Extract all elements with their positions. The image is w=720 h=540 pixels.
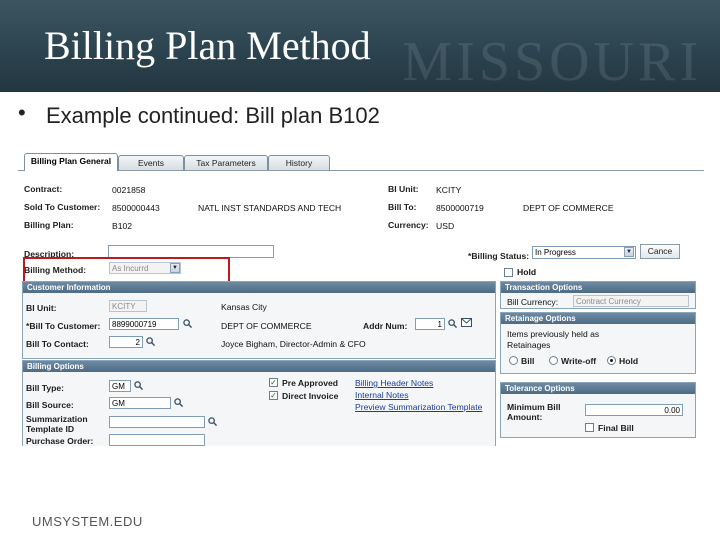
hold-label: Hold xyxy=(517,267,537,277)
purchase-order-label: Purchase Order: xyxy=(26,436,94,446)
transaction-options-header: Transaction Options xyxy=(501,282,695,293)
retainage-options-header: Retainage Options xyxy=(501,313,695,324)
tab-bar: Billing Plan General Events Tax Paramete… xyxy=(18,150,704,171)
search-icon[interactable] xyxy=(448,319,457,328)
pre-approved-label: Pre Approved xyxy=(282,378,339,388)
bill-source-input[interactable]: GM xyxy=(109,397,171,409)
search-icon[interactable] xyxy=(146,337,155,346)
addr-num-label: Addr Num: xyxy=(363,321,408,331)
addr-num-input[interactable]: 1 xyxy=(415,318,445,330)
radio-hold-label: Hold xyxy=(619,356,639,366)
tab-history[interactable]: History xyxy=(268,155,330,170)
search-icon[interactable] xyxy=(134,381,143,390)
bill-to-customer-input[interactable]: 8899000719 xyxy=(109,318,179,330)
tab-billing-plan-general[interactable]: Billing Plan General xyxy=(24,153,118,171)
final-bill-label: Final Bill xyxy=(598,423,634,433)
summarization-label: Summarization xyxy=(26,414,88,424)
slide-title: Billing Plan Method xyxy=(44,23,371,68)
bill-type-input[interactable]: GM xyxy=(109,380,131,392)
radio-bill[interactable] xyxy=(509,356,518,365)
retainage-items-label: Items previously held as xyxy=(507,329,600,339)
billing-options-header: Billing Options xyxy=(23,361,495,372)
bill-to-name: DEPT OF COMMERCE xyxy=(523,203,614,213)
bi-unit-value: KCITY xyxy=(436,185,462,195)
billing-options-panel: Billing Options Bill Type: GM Bill Sourc… xyxy=(22,360,496,446)
direct-invoice-checkbox[interactable]: ✓ xyxy=(269,391,278,400)
purchase-order-input[interactable] xyxy=(109,434,205,446)
bullet-text: Example continued: Bill plan B102 xyxy=(46,103,380,128)
address-detail-icon[interactable] xyxy=(461,318,472,327)
bill-to-value: 8500000719 xyxy=(436,203,484,213)
bill-currency-select[interactable]: Contract Currency xyxy=(573,295,689,307)
sold-to-name: NATL INST STANDARDS AND TECH xyxy=(198,203,342,213)
tab-tax-parameters[interactable]: Tax Parameters xyxy=(184,155,268,170)
contract-value: 0021858 xyxy=(112,185,146,195)
currency-label: Currency: xyxy=(388,220,429,230)
currency-value: USD xyxy=(436,221,455,231)
footer-text: UMSYSTEM.EDU xyxy=(32,514,143,529)
billing-header-notes-link[interactable]: Billing Header Notes xyxy=(355,378,433,388)
radio-bill-label: Bill xyxy=(521,356,535,366)
bill-to-contact-input[interactable]: 2 xyxy=(109,336,143,348)
chevron-down-icon[interactable]: ▼ xyxy=(624,247,634,257)
billing-status-label: *Billing Status: xyxy=(468,251,530,261)
radio-write-off-label: Write-off xyxy=(561,356,597,366)
customer-bi-unit-input[interactable]: KCITY xyxy=(109,300,147,312)
billing-plan-label: Billing Plan: xyxy=(24,220,74,230)
tolerance-options-header: Tolerance Options xyxy=(501,383,695,394)
bill-type-label: Bill Type: xyxy=(26,383,65,393)
minimum-bill-input[interactable]: 0.00 xyxy=(585,404,683,416)
hold-checkbox[interactable] xyxy=(504,268,513,277)
peoplesoft-screenshot: Billing Plan General Events Tax Paramete… xyxy=(18,150,704,446)
bill-to-label: Bill To: xyxy=(388,202,417,212)
missouri-watermark: MISSOURI xyxy=(402,31,702,92)
pre-approved-checkbox[interactable]: ✓ xyxy=(269,378,278,387)
retainage-options-panel: Retainage Options Items previously held … xyxy=(500,312,696,374)
contract-label: Contract: xyxy=(24,184,63,194)
search-icon[interactable] xyxy=(174,398,183,407)
bill-source-label: Bill Source: xyxy=(26,400,74,410)
transaction-options-panel: Transaction Options Bill Currency: Contr… xyxy=(500,281,696,309)
bill-to-customer-name: DEPT OF COMMERCE xyxy=(221,321,312,331)
minimum-bill-label: Minimum Bill xyxy=(507,402,561,412)
tolerance-options-panel: Tolerance Options Minimum Bill Amount: 0… xyxy=(500,382,696,438)
bill-currency-label: Bill Currency: xyxy=(507,297,559,307)
internal-notes-link[interactable]: Internal Notes xyxy=(355,390,409,400)
tab-events[interactable]: Events xyxy=(118,155,184,170)
direct-invoice-label: Direct Invoice xyxy=(282,391,339,401)
template-id-label: Template ID xyxy=(26,424,75,434)
highlight-box xyxy=(23,257,230,283)
customer-bi-unit-desc: Kansas City xyxy=(221,302,267,312)
billing-status-select[interactable]: In Progress xyxy=(532,246,636,259)
sold-to-value: 8500000443 xyxy=(112,203,160,213)
preview-summarization-template-link[interactable]: Preview Summarization Template xyxy=(355,402,482,412)
radio-hold[interactable] xyxy=(607,356,616,365)
radio-write-off[interactable] xyxy=(549,356,558,365)
bullet-marker: • xyxy=(18,100,26,125)
customer-bi-unit-label: BI Unit: xyxy=(26,303,57,313)
search-icon[interactable] xyxy=(208,417,217,426)
bill-to-contact-name: Joyce Bigham, Director-Admin & CFO xyxy=(221,339,366,349)
customer-information-header: Customer Information xyxy=(23,282,495,293)
slide-header: MISSOURI Billing Plan Method xyxy=(0,0,720,92)
retainages-label: Retainages xyxy=(507,340,551,350)
summarization-template-input[interactable] xyxy=(109,416,205,428)
bill-to-contact-label: Bill To Contact: xyxy=(26,339,89,349)
search-icon[interactable] xyxy=(183,319,192,328)
customer-information-panel: Customer Information BI Unit: KCITY Kans… xyxy=(22,281,496,359)
bi-unit-label: BI Unit: xyxy=(388,184,419,194)
billing-plan-value: B102 xyxy=(112,221,133,231)
bill-to-customer-label: *Bill To Customer: xyxy=(26,321,101,331)
minimum-bill-amount-label: Amount: xyxy=(507,412,543,422)
final-bill-checkbox[interactable] xyxy=(585,423,594,432)
sold-to-label: Sold To Customer: xyxy=(24,202,101,212)
cancel-button[interactable]: Cance xyxy=(640,244,680,259)
